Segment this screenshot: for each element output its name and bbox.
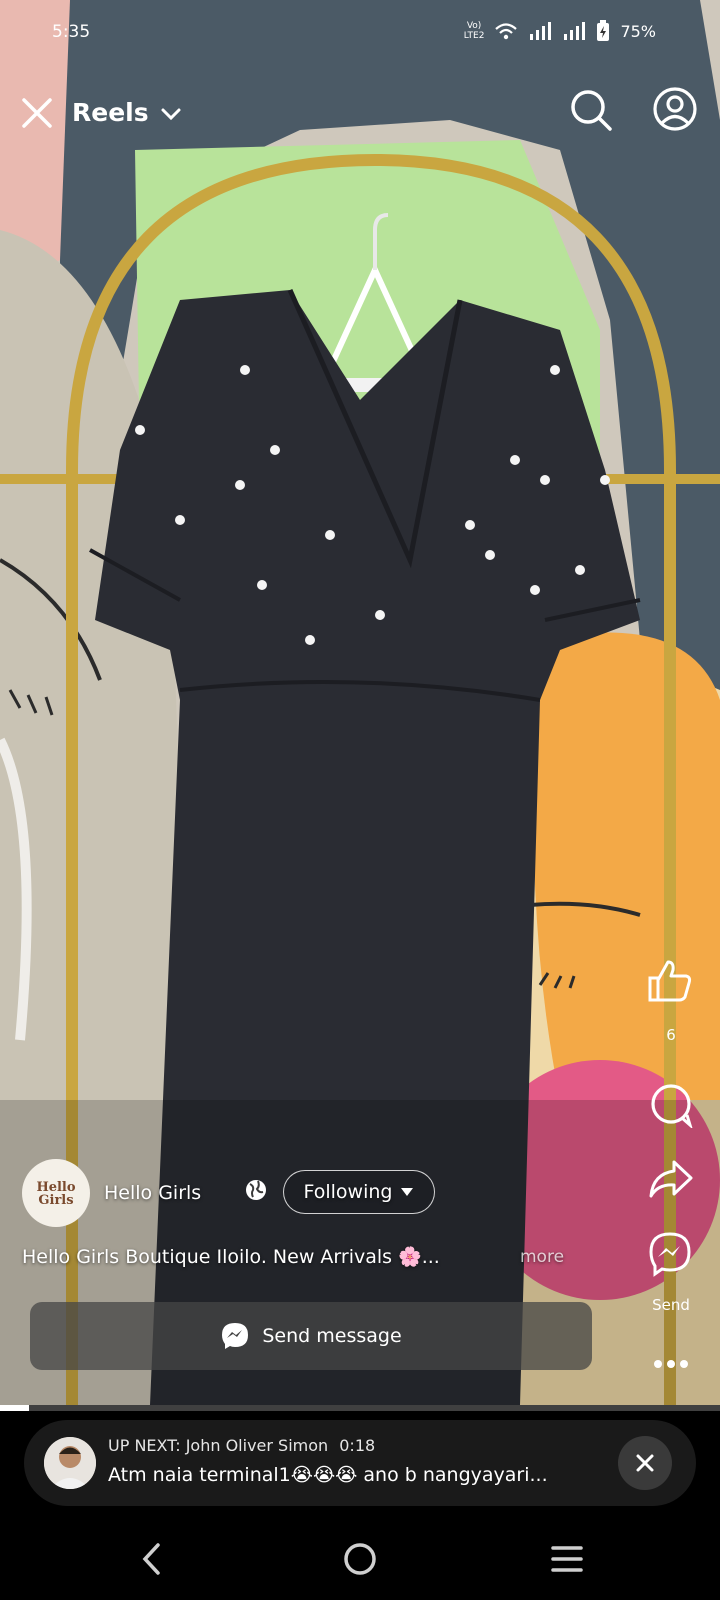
video-progress-fill	[0, 1405, 29, 1411]
comment-icon[interactable]	[648, 1082, 694, 1128]
close-icon	[636, 1454, 654, 1472]
globe-icon	[246, 1180, 266, 1200]
send-label[interactable]: Send	[641, 1296, 701, 1314]
up-next-duration: 0:18	[339, 1436, 376, 1455]
share-icon[interactable]	[648, 1158, 694, 1200]
post-caption[interactable]: Hello Girls Boutique Iloilo. New Arrival…	[22, 1245, 440, 1268]
like-icon[interactable]	[646, 958, 694, 1004]
caption-more-link[interactable]: more	[520, 1247, 564, 1267]
like-count: 6	[666, 1026, 676, 1044]
send-message-label: Send message	[262, 1325, 402, 1347]
status-bar: 5:35 Vo) LTE2 75%	[0, 0, 720, 62]
up-next-close-button[interactable]	[618, 1436, 672, 1490]
following-label: Following	[303, 1181, 393, 1203]
recent-apps-icon[interactable]	[550, 1544, 584, 1574]
wifi-icon	[495, 23, 518, 40]
battery-icon	[597, 20, 610, 41]
up-next-header: UP NEXT: John Oliver Simon 0:18	[108, 1436, 375, 1455]
up-next-avatar	[44, 1437, 96, 1489]
system-nav-bar	[0, 1520, 720, 1600]
up-next-card[interactable]: UP NEXT: John Oliver Simon 0:18 Atm naia…	[24, 1420, 696, 1506]
close-icon[interactable]	[20, 96, 54, 130]
send-message-button[interactable]: Send message	[30, 1302, 592, 1370]
more-options-icon[interactable]	[652, 1358, 690, 1370]
video-progress-bar[interactable]	[0, 1405, 720, 1411]
reels-screen: 5:35 Vo) LTE2 75% Reels 6 Send Hello Girl…	[0, 0, 720, 1600]
status-time: 5:35	[52, 22, 91, 42]
messenger-icon	[222, 1323, 249, 1349]
back-icon[interactable]	[140, 1542, 164, 1576]
status-icons: Vo) LTE2 75%	[464, 18, 656, 44]
chevron-down-icon[interactable]	[160, 106, 182, 122]
home-icon[interactable]	[343, 1542, 377, 1576]
signal-icon	[564, 22, 586, 40]
reels-title[interactable]: Reels	[72, 98, 149, 127]
profile-icon[interactable]	[652, 86, 698, 132]
battery-percent: 75%	[620, 21, 656, 41]
signal-icon	[530, 22, 552, 40]
caret-down-icon	[401, 1188, 414, 1196]
up-next-author: John Oliver Simon	[185, 1436, 329, 1455]
avatar-logo-text: Hello Girls	[36, 1180, 76, 1208]
search-icon[interactable]	[568, 87, 614, 133]
following-button[interactable]: Following	[283, 1170, 435, 1214]
author-avatar[interactable]: Hello Girls	[22, 1159, 90, 1227]
messenger-icon[interactable]	[647, 1231, 693, 1277]
up-next-prefix: UP NEXT:	[108, 1436, 181, 1455]
person-avatar-icon	[44, 1437, 96, 1489]
author-name[interactable]: Hello Girls	[104, 1182, 201, 1204]
up-next-title: Atm naia terminal1😭😭😭 ano b nangyayari..…	[108, 1464, 548, 1486]
volte-icon: Vo) LTE2	[463, 21, 485, 41]
